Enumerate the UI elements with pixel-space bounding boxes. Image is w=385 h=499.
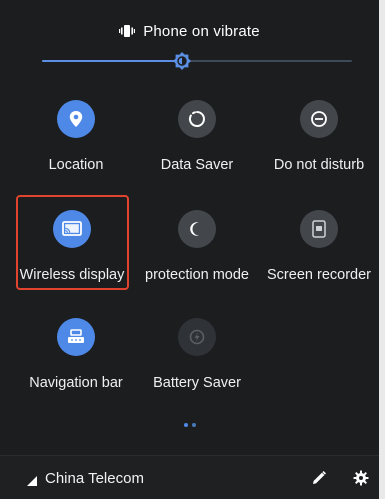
gear-icon[interactable] bbox=[353, 470, 369, 491]
tile-battery-saver[interactable]: Battery Saver bbox=[142, 318, 252, 428]
vibrate-icon bbox=[119, 24, 136, 38]
volume-slider[interactable] bbox=[42, 52, 352, 70]
page-dot bbox=[191, 423, 196, 427]
tile-navigation-bar[interactable]: Navigation bar bbox=[21, 318, 131, 428]
tile-data-saver[interactable]: Data Saver bbox=[142, 100, 252, 210]
highlight-box bbox=[16, 195, 129, 290]
carrier-name: China Telecom bbox=[45, 470, 144, 487]
edit-icon[interactable] bbox=[311, 470, 327, 491]
tile-do-not-disturb[interactable]: Do not disturb bbox=[264, 100, 374, 210]
tile-location[interactable]: Location bbox=[21, 100, 131, 210]
navigation-bar-icon bbox=[57, 318, 95, 356]
tile-label: Screen recorder bbox=[267, 267, 371, 283]
slider-fill bbox=[42, 60, 182, 62]
volume-label: Phone on vibrate bbox=[143, 22, 260, 40]
do-not-disturb-icon bbox=[300, 100, 338, 138]
brightness-icon bbox=[172, 52, 191, 70]
tile-label: Do not disturb bbox=[273, 157, 365, 173]
page-dot-active bbox=[183, 423, 188, 427]
bottom-bar: China Telecom bbox=[0, 456, 379, 499]
window-edge bbox=[379, 0, 385, 499]
slider-thumb[interactable] bbox=[172, 52, 191, 70]
page-indicator bbox=[0, 423, 379, 427]
battery-saver-icon bbox=[178, 318, 216, 356]
tile-label: Eye protection mode bbox=[145, 267, 249, 283]
tile-screen-recorder[interactable]: Screen recorder bbox=[264, 210, 374, 320]
volume-status: Phone on vibrate bbox=[0, 18, 379, 44]
tile-label: Battery Saver bbox=[153, 375, 241, 391]
quick-settings-panel: Phone on vibrate Location Data Saver Do … bbox=[0, 0, 385, 499]
moon-icon bbox=[178, 210, 216, 248]
tile-eye-protection[interactable]: Eye protection mode bbox=[142, 210, 252, 320]
screen-recorder-icon bbox=[300, 210, 338, 248]
location-pin-icon bbox=[57, 100, 95, 138]
data-saver-icon bbox=[178, 100, 216, 138]
signal-icon bbox=[27, 473, 37, 491]
